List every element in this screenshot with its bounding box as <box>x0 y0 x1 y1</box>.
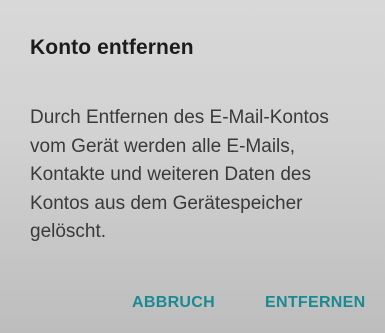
dialog-title: Konto entfernen <box>30 36 194 59</box>
dialog-message-line: gelöscht. <box>30 221 107 242</box>
dialog-message-line: Durch Entfernen des E-Mail-Kontos <box>30 107 329 128</box>
dialog-message-line: vom Gerät werden alle E-Mails, <box>30 135 296 157</box>
dialog-actions: ABBRUCH ENTFERNEN <box>0 294 385 320</box>
dialog-message: Durch Entfernen des E-Mail-Kontos vom Ge… <box>30 104 378 247</box>
cancel-button[interactable]: ABBRUCH <box>132 294 215 312</box>
dialog-message-line: Kontakte und weiteren Daten des <box>30 164 311 185</box>
remove-button[interactable]: ENTFERNEN <box>265 294 365 312</box>
remove-account-dialog: Konto entfernen Durch Entfernen des E-Ma… <box>0 0 385 333</box>
dialog-message-line: Kontos aus dem Gerätespeicher <box>30 192 303 214</box>
